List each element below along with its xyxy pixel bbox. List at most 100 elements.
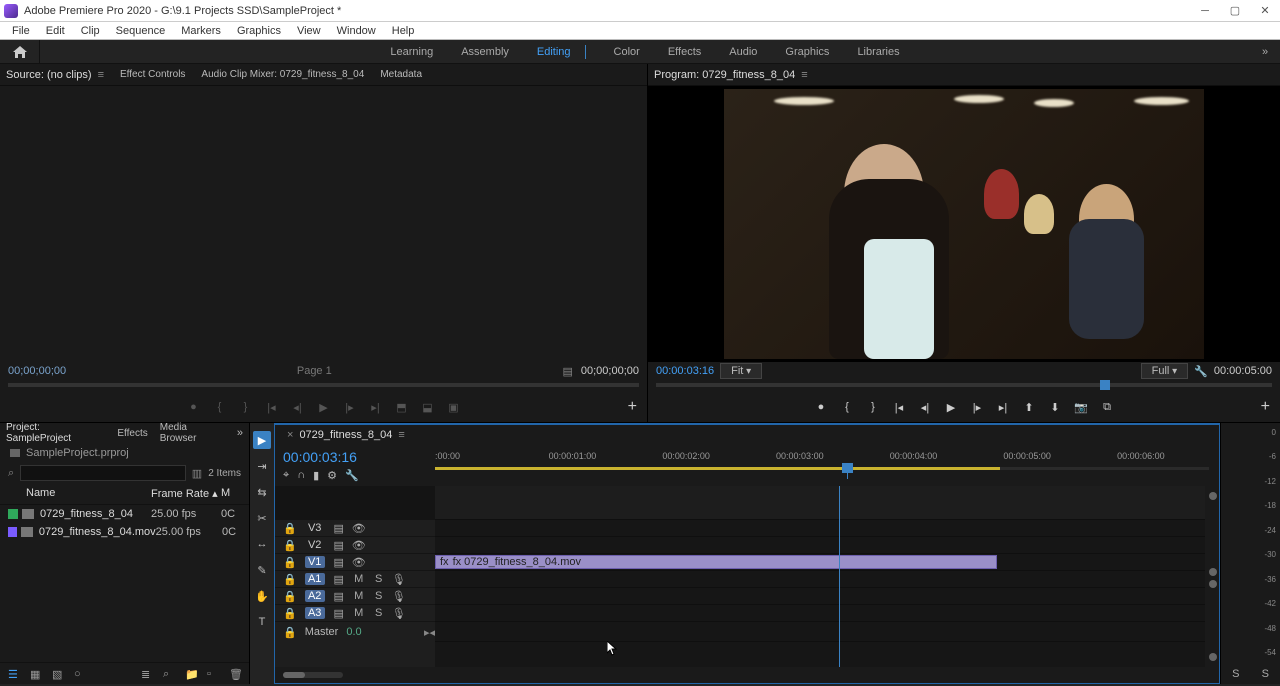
lane-v2[interactable] [435, 537, 1205, 554]
maximize-button[interactable]: ▢ [1220, 0, 1250, 22]
src-step-back-button[interactable]: ◂| [290, 399, 306, 415]
filter-icon[interactable]: ▥ [192, 467, 202, 480]
toggle-output-icon[interactable]: ▤ [333, 573, 345, 585]
prg-lift-button[interactable]: ⬆ [1021, 399, 1037, 415]
project-search-input[interactable] [20, 465, 186, 481]
track-header-v2[interactable]: 🔒V2▤👁 [275, 537, 435, 554]
close-seq-icon[interactable]: × [287, 429, 293, 441]
toggle-output-icon[interactable]: ▤ [333, 522, 345, 534]
prg-extract-button[interactable]: ⬇ [1047, 399, 1063, 415]
tab-effect-controls[interactable]: Effect Controls [120, 69, 185, 80]
settings-icon[interactable]: ⚙ [327, 469, 337, 482]
razor-tool[interactable]: ✂ [253, 509, 271, 527]
ws-libraries[interactable]: Libraries [857, 46, 899, 58]
timeline-clip[interactable]: fxfx 0729_fitness_8_04.mov [435, 555, 997, 569]
icon-view-icon[interactable]: ▦ [30, 668, 42, 680]
minimize-button[interactable]: ─ [1190, 0, 1220, 22]
timeline-seq-tab[interactable]: 0729_fitness_8_04≡ [299, 429, 404, 441]
prg-play-button[interactable]: ▶ [943, 399, 959, 415]
toggle-output-icon[interactable]: ▤ [333, 590, 345, 602]
header-name[interactable]: Name [26, 487, 151, 500]
src-goto-in-button[interactable]: |◂ [264, 399, 280, 415]
more-workspaces-button[interactable]: » [1250, 46, 1280, 58]
prg-button-editor[interactable]: + [1261, 398, 1270, 416]
tab-project[interactable]: Project: SampleProject [6, 422, 105, 444]
ruler-work-area[interactable] [435, 467, 1209, 470]
ws-editing[interactable]: Editing [537, 46, 571, 58]
meter-solo-left[interactable]: S [1232, 668, 1239, 684]
master-volume[interactable]: 0.0 [346, 626, 361, 638]
timeline-playhead-line[interactable] [839, 486, 840, 667]
prg-add-marker-button[interactable]: ● [813, 399, 829, 415]
eye-icon[interactable]: 👁 [353, 539, 365, 551]
lane-v3[interactable] [435, 520, 1205, 537]
pen-tool[interactable]: ✎ [253, 561, 271, 579]
program-scale-select[interactable]: Fit ▾ [720, 363, 762, 379]
voice-icon[interactable]: 🎙 [393, 573, 405, 585]
tab-effects-panel[interactable]: Effects [117, 428, 147, 439]
menu-edit[interactable]: Edit [38, 25, 73, 37]
src-goto-out-button[interactable]: ▸| [368, 399, 384, 415]
lock-icon[interactable]: 🔒 [283, 607, 297, 620]
tab-program[interactable]: Program: 0729_fitness_8_04≡ [654, 69, 808, 81]
ripple-edit-tool[interactable]: ⇆ [253, 483, 271, 501]
home-button[interactable] [0, 40, 40, 64]
src-add-marker-button[interactable]: ● [186, 399, 202, 415]
voice-icon[interactable]: 🎙 [393, 590, 405, 602]
program-viewer[interactable] [648, 86, 1280, 362]
menu-help[interactable]: Help [384, 25, 423, 37]
program-quality-select[interactable]: Full ▾ [1141, 363, 1189, 379]
prg-mark-in-button[interactable]: { [839, 399, 855, 415]
menu-graphics[interactable]: Graphics [229, 25, 289, 37]
prg-compare-button[interactable]: ⧉ [1099, 399, 1115, 415]
track-lanes[interactable]: fxfx 0729_fitness_8_04.mov [435, 486, 1205, 667]
menu-file[interactable]: File [4, 25, 38, 37]
source-tc-left[interactable]: 00;00;00;00 [8, 365, 66, 377]
toggle-output-icon[interactable]: ▤ [333, 539, 345, 551]
menu-sequence[interactable]: Sequence [108, 25, 174, 37]
auto-sequence-icon[interactable]: ≣ [141, 668, 153, 680]
lane-v1[interactable]: fxfx 0729_fitness_8_04.mov [435, 554, 1205, 571]
prg-goto-in-button[interactable]: |◂ [891, 399, 907, 415]
list-view-icon[interactable]: ☰ [8, 668, 20, 680]
ws-color[interactable]: Color [614, 46, 640, 58]
src-insert-button[interactable]: ⬒ [394, 399, 410, 415]
trash-icon[interactable]: 🗑 [229, 668, 241, 680]
menu-window[interactable]: Window [329, 25, 384, 37]
src-export-frame-button[interactable]: ▣ [446, 399, 462, 415]
hand-tool[interactable]: ✋ [253, 587, 271, 605]
ws-effects[interactable]: Effects [668, 46, 701, 58]
src-mark-out-button[interactable]: } [238, 399, 254, 415]
project-overflow-button[interactable]: » [237, 427, 243, 439]
zoom-slider-icon[interactable]: ○ [74, 668, 86, 680]
lane-a3[interactable] [435, 605, 1205, 622]
ws-audio[interactable]: Audio [729, 46, 757, 58]
close-button[interactable]: ✕ [1250, 0, 1280, 22]
menu-clip[interactable]: Clip [73, 25, 108, 37]
track-select-tool[interactable]: ⇥ [253, 457, 271, 475]
timeline-playhead[interactable] [847, 465, 848, 479]
mute-button[interactable]: M [353, 573, 365, 585]
src-button-editor[interactable]: + [628, 398, 637, 416]
mute-button[interactable]: M [353, 590, 365, 602]
src-mark-in-button[interactable]: { [212, 399, 228, 415]
marker-icon[interactable]: ▮ [313, 469, 319, 482]
tab-source[interactable]: Source: (no clips)≡ [6, 69, 104, 81]
track-header-a2[interactable]: 🔒A2▤MS🎙 [275, 588, 435, 605]
lane-a1[interactable] [435, 571, 1205, 588]
side-marker[interactable] [1209, 568, 1217, 576]
ws-learning[interactable]: Learning [390, 46, 433, 58]
source-scrub[interactable] [0, 380, 647, 392]
menu-markers[interactable]: Markers [173, 25, 229, 37]
project-item-sequence[interactable]: 0729_fitness_8_04 25.00 fps 0C [0, 505, 249, 523]
new-bin-icon[interactable]: 📁 [185, 668, 197, 680]
wrench-icon[interactable]: 🔧 [345, 469, 359, 482]
tab-metadata[interactable]: Metadata [380, 69, 422, 80]
tab-audio-clip-mixer[interactable]: Audio Clip Mixer: 0729_fitness_8_04 [201, 69, 364, 80]
program-tab-menu-icon[interactable]: ≡ [801, 69, 807, 81]
track-header-v3[interactable]: 🔒V3▤👁 [275, 520, 435, 537]
prg-step-fwd-button[interactable]: |▸ [969, 399, 985, 415]
src-play-button[interactable]: ▶ [316, 399, 332, 415]
program-scrub-track[interactable] [656, 383, 1272, 387]
solo-button[interactable]: S [373, 607, 385, 619]
